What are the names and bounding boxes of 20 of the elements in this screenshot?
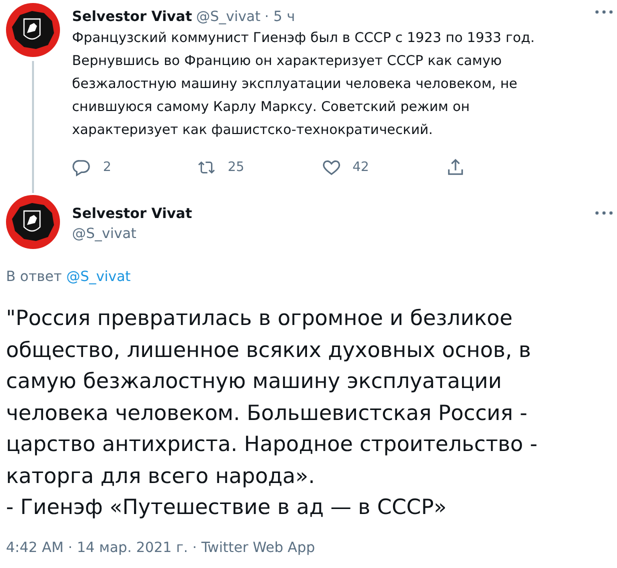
action-count: 25: [228, 160, 244, 175]
tweet-text: Французский коммунист Гиенэф был в СССР с 1923 по 1933 год. Вернувшись во Францию он характеризует СССР как самую безжалостную машину эксплуатации человека человеком, не снившуюся самому Карлу Марксу. Советский режим он характеризует как фашистско-технократический.: [72, 29, 536, 140]
more-icon[interactable]: [595, 10, 613, 14]
reply-handle-link[interactable]: @S_vivat: [66, 269, 131, 285]
share-icon[interactable]: [446, 158, 466, 177]
action-count: 42: [352, 160, 370, 175]
more-icon[interactable]: [595, 211, 613, 215]
tweet-text: "Россия превратилась в огромное и безликое общество, лишенное всяких духовных основ, в самую безжалостную машину эксплуатации человека человеком. Большевистская Россия - царство антихриста. Народное строительство - каторга для всего народа». - Гиенэф «Путешествие в ад — в СССР»: [6, 305, 538, 521]
action-count: 2: [103, 160, 112, 175]
tweet-meta: 4:42 AM · 14 мар. 2021 г. · Twitter Web App: [6, 540, 316, 556]
author-name[interactable]: Selvestor Vivat: [72, 206, 192, 222]
author-name[interactable]: Selvestor Vivat: [72, 9, 192, 25]
author-handle[interactable]: @S_vivat: [196, 9, 260, 25]
avatar-icon[interactable]: [6, 3, 60, 57]
post-time[interactable]: · 5 ч: [264, 9, 296, 25]
heart-icon[interactable]: [322, 158, 340, 177]
author-handle[interactable]: @S_vivat: [72, 226, 192, 242]
avatar-icon[interactable]: [6, 195, 60, 249]
speech-bubble-icon[interactable]: [72, 158, 91, 177]
reply-label: В ответ: [6, 269, 62, 285]
